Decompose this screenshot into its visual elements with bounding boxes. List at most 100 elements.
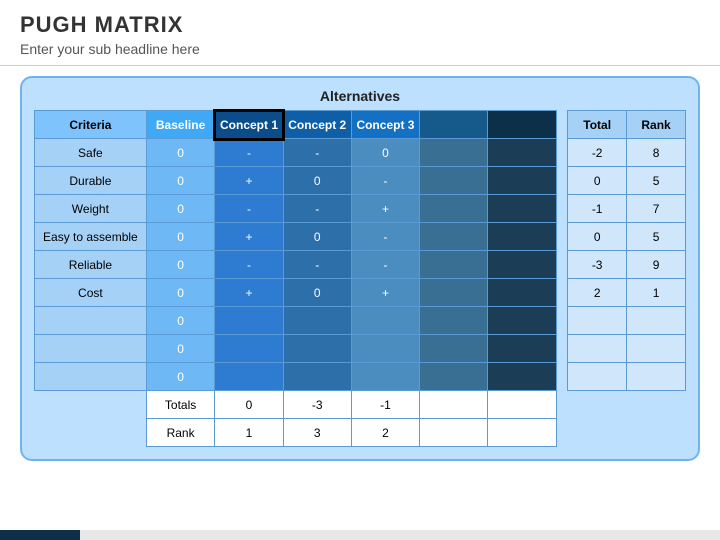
total-cell: -3 [568,251,627,279]
rank-c1: 1 [215,419,283,447]
rank-header: Rank [627,111,686,139]
concept1-cell: + [215,279,283,307]
concept1-cell: + [215,167,283,195]
table-row: Durable0+0-05 [35,167,686,195]
empty-cell [488,279,556,307]
criteria-cell: Durable [35,167,147,195]
concept1-cell: + [215,223,283,251]
baseline-cell: 0 [146,167,215,195]
concept2-cell: 0 [283,223,351,251]
total-cell: -1 [568,195,627,223]
criteria-cell: Easy to assemble [35,223,147,251]
page-title: PUGH MATRIX [20,12,700,38]
concept1-cell: - [215,251,283,279]
totals-c3: -1 [351,391,419,419]
criteria-cell: Weight [35,195,147,223]
table-row: 0 [35,363,686,391]
concept1-cell [215,363,283,391]
table-row: 0 [35,307,686,335]
concept3-cell: + [351,195,419,223]
baseline-cell: 0 [146,223,215,251]
slide-footer-bar [0,530,720,540]
matrix-panel: Alternatives Criteria Baseline Concept 1… [20,76,700,461]
empty-cell [488,195,556,223]
concept1-header: Concept 1 [215,111,283,139]
table-row: Safe0--0-28 [35,139,686,167]
baseline-cell: 0 [146,279,215,307]
criteria-cell: Safe [35,139,147,167]
table-row: Cost0+0+21 [35,279,686,307]
concept3-header: Concept 3 [351,111,419,139]
baseline-cell: 0 [146,335,215,363]
concept3-cell: - [351,251,419,279]
empty-cell [488,363,556,391]
criteria-cell: Reliable [35,251,147,279]
table-row: Reliable0----39 [35,251,686,279]
total-cell: 0 [568,167,627,195]
concept2-header: Concept 2 [283,111,351,139]
pugh-matrix-table: Criteria Baseline Concept 1 Concept 2 Co… [34,110,686,447]
concept3-cell [351,363,419,391]
empty-cell [420,195,488,223]
rank-cell: 8 [627,139,686,167]
rank-row: Rank 1 3 2 [35,419,686,447]
concept2-cell [283,335,351,363]
total-cell [568,335,627,363]
empty-cell [488,251,556,279]
concept3-cell: - [351,223,419,251]
alternatives-title: Alternatives [34,88,686,104]
rank-cell: 5 [627,167,686,195]
empty-cell [420,223,488,251]
empty-col-1 [420,111,488,139]
gap [556,111,568,139]
concept2-cell: - [283,195,351,223]
concept2-cell: - [283,139,351,167]
concept3-cell [351,335,419,363]
empty-cell [420,167,488,195]
criteria-cell [35,335,147,363]
concept2-cell: - [283,251,351,279]
concept2-cell: 0 [283,279,351,307]
rank-cell: 1 [627,279,686,307]
criteria-header: Criteria [35,111,147,139]
total-cell [568,307,627,335]
concept3-cell: 0 [351,139,419,167]
baseline-cell: 0 [146,251,215,279]
empty-cell [420,251,488,279]
rank-cell: 9 [627,251,686,279]
empty-cell [488,167,556,195]
concept2-cell [283,363,351,391]
empty-cell [420,279,488,307]
total-cell [568,363,627,391]
empty-cell [420,363,488,391]
empty-col-2 [488,111,556,139]
criteria-cell [35,307,147,335]
baseline-cell: 0 [146,307,215,335]
concept3-cell: - [351,167,419,195]
table-row: Weight0--+-17 [35,195,686,223]
total-cell: -2 [568,139,627,167]
rank-label: Rank [146,419,215,447]
concept2-cell: 0 [283,167,351,195]
total-cell: 0 [568,223,627,251]
concept3-cell [351,307,419,335]
rank-cell [627,363,686,391]
baseline-cell: 0 [146,363,215,391]
totals-c1: 0 [215,391,283,419]
total-cell: 2 [568,279,627,307]
empty-cell [488,139,556,167]
concept1-cell: - [215,195,283,223]
concept1-cell [215,335,283,363]
baseline-cell: 0 [146,195,215,223]
totals-c2: -3 [283,391,351,419]
rank-c2: 3 [283,419,351,447]
page-subtitle: Enter your sub headline here [20,41,700,57]
empty-cell [420,139,488,167]
concept2-cell [283,307,351,335]
totals-label: Totals [146,391,215,419]
concept3-cell: + [351,279,419,307]
header-row: Criteria Baseline Concept 1 Concept 2 Co… [35,111,686,139]
slide-footer-accent [0,530,80,540]
rank-c3: 2 [351,419,419,447]
empty-cell [420,307,488,335]
